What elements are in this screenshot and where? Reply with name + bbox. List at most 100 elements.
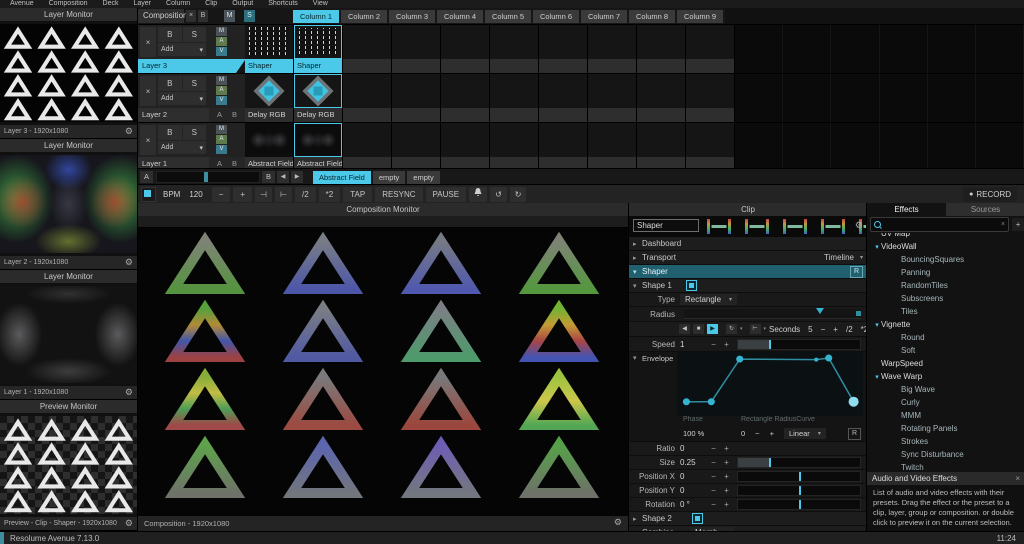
crossfader-slider[interactable]: [156, 171, 260, 183]
blend-mode-dropdown[interactable]: Add▾: [158, 141, 206, 154]
deck-clip-tab-0[interactable]: Abstract Field: [313, 171, 371, 184]
layer-close-button[interactable]: ×: [140, 125, 156, 155]
column-tab-column-7[interactable]: Column 7: [581, 10, 627, 23]
bpm-minus-button[interactable]: −: [212, 187, 231, 202]
layer-name-strip[interactable]: Layer 3: [138, 59, 245, 73]
clip-cell[interactable]: [539, 25, 588, 73]
shape2-section[interactable]: ▸ Shape 2: [629, 512, 867, 526]
bpm-value[interactable]: 120: [189, 190, 202, 199]
position-x-minus-button[interactable]: −: [707, 472, 720, 481]
layer-video-button[interactable]: V: [216, 145, 227, 154]
composition-close-button[interactable]: ×: [186, 10, 196, 22]
column-tab-column-2[interactable]: Column 2: [341, 10, 387, 23]
crossfade-b-button[interactable]: B: [232, 108, 237, 122]
effect-item-wave-warp[interactable]: ▾Wave Warp: [867, 370, 1024, 383]
speed-minus-button[interactable]: −: [707, 340, 720, 349]
effect-item-uv-map[interactable]: UV Map: [867, 233, 1024, 240]
play-backwards-button[interactable]: ◀: [679, 324, 690, 334]
clip-cell[interactable]: [686, 74, 735, 122]
effect-item-sync-disturbance[interactable]: Sync Disturbance: [867, 448, 1024, 461]
curve-value[interactable]: 0: [741, 429, 745, 438]
size-slider[interactable]: [737, 457, 861, 468]
bpm-double-button[interactable]: *2: [319, 187, 341, 202]
effect-item-round[interactable]: Round: [867, 331, 1024, 344]
clip-cell[interactable]: [441, 25, 490, 73]
redo-icon[interactable]: ↻: [510, 187, 527, 202]
gear-icon[interactable]: ⚙: [855, 219, 863, 232]
effect-item-subscreens[interactable]: Subscreens: [867, 292, 1024, 305]
clip-cell[interactable]: [686, 25, 735, 73]
shape1-section[interactable]: ▾ Shape 1: [629, 279, 867, 293]
clip-cell[interactable]: [637, 74, 686, 122]
speed-slider[interactable]: [737, 339, 861, 350]
clip-cell[interactable]: [539, 74, 588, 122]
radius-marker[interactable]: [816, 308, 824, 314]
position-y-minus-button[interactable]: −: [707, 486, 720, 495]
duration-value[interactable]: 5: [808, 325, 812, 334]
deck-clip-tab-1[interactable]: empty: [373, 171, 405, 184]
clip-cell[interactable]: [392, 123, 441, 171]
column-tab-column-9[interactable]: Column 9: [677, 10, 723, 23]
clip-cell[interactable]: [686, 123, 735, 171]
bpm-half-button[interactable]: /2: [295, 187, 316, 202]
tap-button[interactable]: TAP: [343, 187, 372, 202]
curve-minus-button[interactable]: −: [755, 429, 759, 438]
blend-mode-dropdown[interactable]: Add▾: [158, 92, 206, 105]
duration-plus-button[interactable]: +: [833, 325, 838, 334]
column-tab-column-1[interactable]: Column 1: [293, 10, 339, 23]
duration-minus-button[interactable]: −: [821, 325, 826, 334]
loop-mode-button[interactable]: ↻: [726, 324, 737, 334]
menu-item-avenue[interactable]: Avenue: [10, 0, 34, 8]
position-x-slider[interactable]: [737, 471, 861, 482]
crossfade-a-button[interactable]: A: [217, 108, 222, 122]
phase-value[interactable]: 100 %: [677, 429, 741, 438]
layer-solo-button[interactable]: S: [183, 76, 207, 91]
gear-icon[interactable]: ⚙: [125, 386, 133, 399]
menu-item-deck[interactable]: Deck: [103, 0, 119, 8]
ratio-plus-button[interactable]: +: [720, 444, 733, 453]
clip-cell[interactable]: [392, 74, 441, 122]
radius-slider[interactable]: [684, 309, 861, 319]
position-x-value[interactable]: 0: [680, 472, 707, 481]
bpm-sync-toggle[interactable]: [141, 187, 156, 202]
effect-item-tiles[interactable]: Tiles: [867, 305, 1024, 318]
tab-effects[interactable]: Effects: [867, 203, 946, 216]
search-input[interactable]: [884, 219, 998, 230]
rotation-plus-button[interactable]: +: [720, 500, 733, 509]
duration-half-button[interactable]: /2: [846, 325, 853, 334]
effect-item-strokes[interactable]: Strokes: [867, 435, 1024, 448]
clip-cell[interactable]: [490, 25, 539, 73]
clip-cell[interactable]: [441, 123, 490, 171]
column-tab-column-8[interactable]: Column 8: [629, 10, 675, 23]
clip-cell[interactable]: [588, 123, 637, 171]
rotation-slider[interactable]: [737, 499, 861, 510]
menu-item-composition[interactable]: Composition: [49, 0, 88, 8]
randomize-button[interactable]: R: [850, 266, 863, 278]
menu-item-shortcuts[interactable]: Shortcuts: [268, 0, 298, 8]
menu-item-layer[interactable]: Layer: [134, 0, 152, 8]
close-icon[interactable]: ×: [1015, 474, 1020, 483]
layer-close-button[interactable]: ×: [140, 76, 156, 106]
layer-master-button[interactable]: M: [216, 125, 227, 134]
clip-cell[interactable]: [343, 123, 392, 171]
effect-item-mmm[interactable]: MMM: [867, 409, 1024, 422]
bpm-plus-button[interactable]: +: [233, 187, 252, 202]
menu-item-view[interactable]: View: [313, 0, 328, 8]
effect-item-randomtiles[interactable]: RandomTiles: [867, 279, 1024, 292]
clip-cell[interactable]: [637, 25, 686, 73]
bounce-mode-button[interactable]: ⊢: [750, 324, 761, 334]
stop-button[interactable]: ■: [693, 324, 704, 334]
clip-cell[interactable]: [343, 25, 392, 73]
ratio-value[interactable]: 0: [680, 444, 707, 453]
effect-item-soft[interactable]: Soft: [867, 344, 1024, 357]
column-tab-column-5[interactable]: Column 5: [485, 10, 531, 23]
deck-clip-tab-2[interactable]: empty: [407, 171, 439, 184]
shaper-effect-section[interactable]: ▾ Shaper R: [629, 265, 867, 279]
undo-icon[interactable]: ↺: [490, 187, 507, 202]
effect-item-vignette[interactable]: ▾Vignette: [867, 318, 1024, 331]
record-button[interactable]: ● RECORD: [963, 187, 1017, 202]
ratio-minus-button[interactable]: −: [707, 444, 720, 453]
pause-button[interactable]: PAUSE: [426, 187, 467, 202]
tab-sources[interactable]: Sources: [946, 203, 1024, 216]
search-field[interactable]: ×: [870, 217, 1009, 232]
